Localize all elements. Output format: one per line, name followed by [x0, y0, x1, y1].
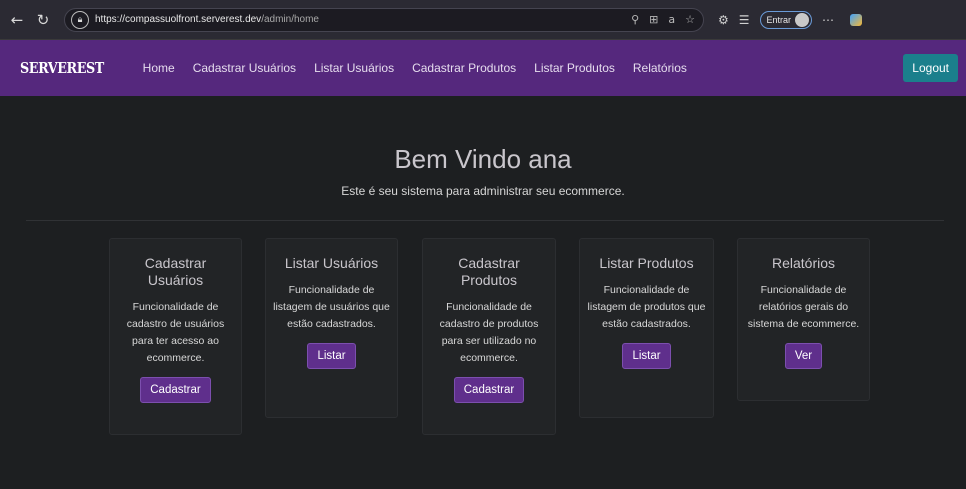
page-title: Bem Vindo ana	[394, 144, 572, 174]
address-bar[interactable]: 🔒︎ https://compassuolfront.serverest.dev…	[64, 7, 704, 32]
copilot-icon[interactable]	[850, 13, 863, 26]
nav-listar-usuarios[interactable]: Listar Usuários	[314, 61, 394, 75]
card-cadastrar-produtos: Cadastrar Produtos Funcionalidade de cad…	[422, 238, 556, 435]
card-text: Funcionalidade de cadastro de produtos p…	[439, 301, 539, 364]
nav-cadastrar-usuarios[interactable]: Cadastrar Usuários	[193, 61, 296, 75]
nav-links: Home Cadastrar Usuários Listar Usuários …	[125, 61, 687, 75]
nav-relatorios[interactable]: Relatórios	[633, 61, 687, 75]
page-subtitle: Este é seu sistema para administrar seu …	[341, 184, 625, 198]
card-text: Funcionalidade de listagem de produtos q…	[587, 284, 706, 330]
app-navbar: SERVEREST Home Cadastrar Usuários Listar…	[0, 40, 966, 96]
profile-avatar-icon	[795, 12, 810, 27]
card-listar-produtos: Listar Produtos Funcionalidade de listag…	[579, 238, 714, 418]
cadastrar-produtos-button[interactable]: Cadastrar	[453, 377, 525, 403]
card-title: Cadastrar Produtos	[458, 255, 520, 288]
card-listar-usuarios: Listar Usuários Funcionalidade de listag…	[265, 238, 398, 418]
card-title: Cadastrar Usuários	[144, 255, 207, 288]
apps-icon[interactable]: ⊞	[649, 13, 658, 26]
back-icon[interactable]: ←	[6, 11, 28, 29]
nav-cadastrar-produtos[interactable]: Cadastrar Produtos	[412, 61, 516, 75]
lock-icon[interactable]: 🔒︎	[71, 10, 89, 29]
card-text: Funcionalidade de listagem de usuários q…	[273, 284, 390, 330]
favorites-icon[interactable]: ☰	[739, 13, 750, 27]
main-content: Bem Vindo ana Este é seu sistema para ad…	[0, 96, 966, 489]
signin-button[interactable]: Entrar	[759, 10, 813, 29]
card-text: Funcionalidade de cadastro de usuários p…	[126, 301, 225, 364]
card-title: Relatórios	[771, 255, 836, 271]
card-relatorios: Relatórios Funcionalidade de relatórios …	[737, 238, 870, 401]
nav-listar-produtos[interactable]: Listar Produtos	[534, 61, 615, 75]
card-text: Funcionalidade de relatórios gerais do s…	[747, 284, 860, 330]
nav-home[interactable]: Home	[143, 61, 175, 75]
listar-usuarios-button[interactable]: Listar	[307, 343, 356, 369]
favorite-star-icon[interactable]: ☆	[685, 13, 695, 26]
divider	[26, 220, 944, 221]
reload-icon[interactable]: ↻	[32, 11, 54, 29]
card-title: Listar Usuários	[284, 255, 379, 271]
card-title: Listar Produtos	[599, 255, 694, 271]
key-icon[interactable]: ⚲	[631, 13, 639, 26]
relatorios-ver-button[interactable]: Ver	[784, 343, 823, 369]
read-aloud-icon[interactable]: a	[668, 13, 675, 26]
card-cadastrar-usuarios: Cadastrar Usuários Funcionalidade de cad…	[109, 238, 242, 435]
url-text: https://compassuolfront.serverest.dev/ad…	[95, 14, 319, 25]
extensions-icon[interactable]: ⚙	[718, 13, 729, 27]
brand-logo[interactable]: SERVEREST	[20, 59, 104, 77]
browser-toolbar: ← ↻ 🔒︎ https://compassuolfront.serverest…	[0, 0, 966, 40]
listar-produtos-button[interactable]: Listar	[622, 343, 671, 369]
cadastrar-usuarios-button[interactable]: Cadastrar	[140, 377, 211, 403]
logout-button[interactable]: Logout	[903, 54, 958, 82]
more-menu-icon[interactable]: ⋯	[822, 13, 834, 27]
